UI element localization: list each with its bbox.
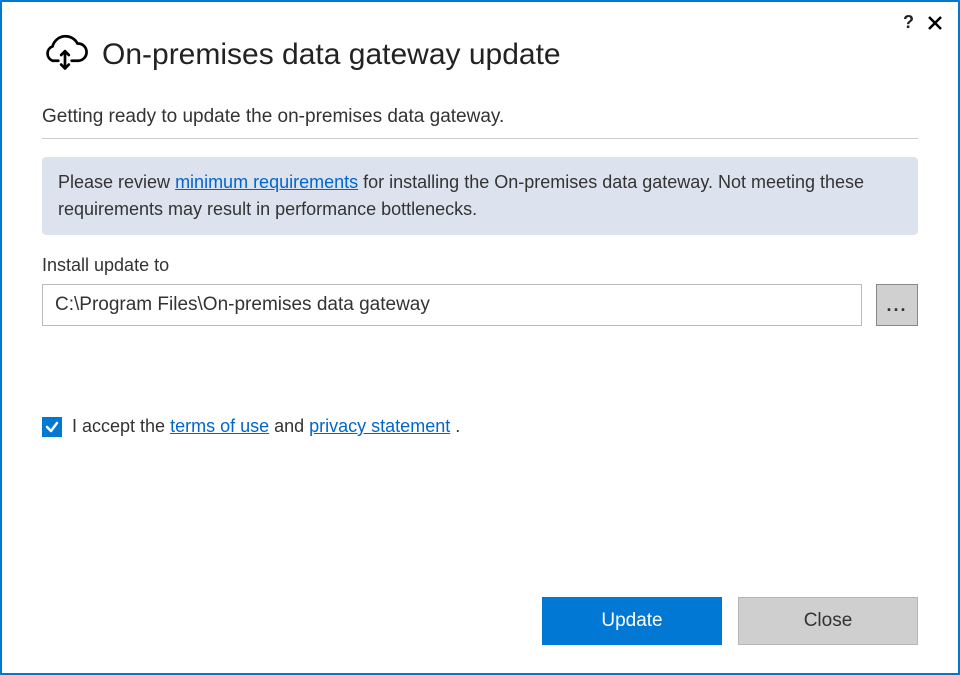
update-button[interactable]: Update (542, 597, 722, 645)
intro-text: Getting ready to update the on-premises … (42, 106, 918, 139)
dialog-header: On-premises data gateway update (2, 2, 958, 88)
info-text-prefix: Please review (58, 172, 175, 192)
cloud-upload-icon (42, 32, 88, 78)
window-close-button[interactable] (926, 14, 944, 32)
help-button[interactable]: ? (903, 12, 914, 33)
info-panel: Please review minimum requirements for i… (42, 157, 918, 235)
dialog-title: On-premises data gateway update (102, 38, 561, 72)
accept-suffix: . (450, 416, 460, 436)
install-path-input[interactable] (42, 284, 862, 326)
terms-of-use-link[interactable]: terms of use (170, 416, 269, 436)
accept-label: I accept the terms of use and privacy st… (72, 416, 460, 437)
browse-button[interactable]: ... (876, 284, 918, 326)
accept-prefix: I accept the (72, 416, 170, 436)
close-button[interactable]: Close (738, 597, 918, 645)
button-bar: Update Close (542, 597, 918, 645)
privacy-statement-link[interactable]: privacy statement (309, 416, 450, 436)
close-icon (927, 15, 943, 31)
checkmark-icon (45, 420, 59, 434)
accept-checkbox[interactable] (42, 417, 62, 437)
accept-mid: and (269, 416, 309, 436)
min-requirements-link[interactable]: minimum requirements (175, 172, 358, 192)
install-path-label: Install update to (42, 255, 918, 276)
